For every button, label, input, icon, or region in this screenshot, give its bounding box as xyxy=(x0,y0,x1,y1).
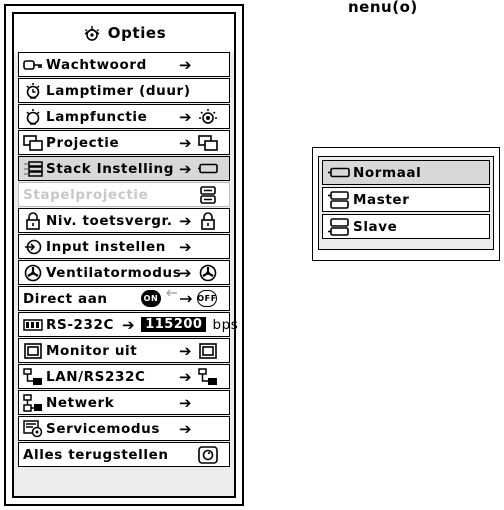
menu-item-alles-terugstellen[interactable]: Alles terugstellen xyxy=(18,442,230,467)
menu-item-label: Stapelprojectie xyxy=(23,186,149,203)
menu-item-direct-aan[interactable]: Direct aan ON OFF xyxy=(18,286,230,311)
padlock-icon xyxy=(23,211,43,230)
options-menu-panel: Opties Wachtwoord ➔ Lamptimer (duur) Lam… xyxy=(4,4,244,506)
submenu-item-master[interactable]: Master xyxy=(322,187,490,212)
menu-title: Opties xyxy=(107,24,167,42)
menu-item-niv-toetsvergr[interactable]: Niv. toetsvergr. ➔ xyxy=(18,208,230,233)
submenu-arrow-icon: ➔ xyxy=(179,394,193,412)
menu-item-label: Projectie xyxy=(46,134,120,151)
menu-item-lan-rs232c[interactable]: LAN/RS232C ➔ xyxy=(18,364,230,389)
menu-item-lampfunctie[interactable]: Lampfunctie ➔ xyxy=(18,104,230,129)
submenu-item-normaal[interactable]: Normaal xyxy=(322,160,490,185)
menu-item-label: Direct aan xyxy=(23,290,108,307)
lamp-mode-icon xyxy=(197,108,219,126)
service-icon xyxy=(23,419,43,438)
menu-item-netwerk[interactable]: Netwerk ➔ xyxy=(18,390,230,415)
menu-item-label: Ventilatormodus xyxy=(46,264,182,281)
submenu-arrow-icon: ➔ xyxy=(179,238,193,256)
cropped-heading-fragment: nenu(o) xyxy=(348,0,418,16)
menu-item-label: Wachtwoord xyxy=(46,56,147,73)
fan-icon xyxy=(23,264,43,282)
input-icon xyxy=(23,238,43,256)
submenu-item-slave[interactable]: Slave xyxy=(322,214,490,239)
slave-icon xyxy=(327,217,351,236)
options-gear-icon xyxy=(82,23,102,43)
submenu-arrow-icon: ➔ xyxy=(122,315,136,334)
stack-setting-submenu: Normaal Master Slave xyxy=(312,147,500,261)
lamp-icon xyxy=(23,108,43,126)
monitor-icon xyxy=(197,342,219,360)
toggle-arrows-icon xyxy=(164,289,194,307)
menu-item-label: RS-232C xyxy=(46,316,115,333)
menu-item-monitor-uit[interactable]: Monitor uit ➔ xyxy=(18,338,230,363)
menu-item-lamptimer[interactable]: Lamptimer (duur) xyxy=(18,78,230,103)
menu-item-stack-instelling[interactable]: Stack Instelling ➔ xyxy=(18,156,230,181)
lan-icon xyxy=(23,393,43,412)
menu-item-rs232c[interactable]: RS-232C ➔ 115200 bps xyxy=(18,312,238,337)
projection-icon xyxy=(197,134,219,152)
menu-item-stapelprojectie: Stapelprojectie xyxy=(18,182,230,207)
stack-icon xyxy=(23,160,43,178)
menu-item-projectie[interactable]: Projectie ➔ xyxy=(18,130,230,155)
submenu-item-label: Slave xyxy=(353,218,398,235)
submenu-arrow-icon: ➔ xyxy=(179,108,193,126)
reset-icon[interactable] xyxy=(197,446,219,464)
network-icon xyxy=(23,367,43,386)
menu-item-wachtwoord[interactable]: Wachtwoord ➔ xyxy=(18,52,230,77)
submenu-item-label: Master xyxy=(353,191,410,208)
menu-item-servicemodus[interactable]: Servicemodus ➔ xyxy=(18,416,230,441)
normal-mode-icon xyxy=(327,164,351,182)
padlock-icon xyxy=(197,212,219,230)
submenu-arrow-icon: ➔ xyxy=(179,342,193,360)
on-option[interactable]: ON xyxy=(141,289,161,307)
fan-icon xyxy=(197,264,219,282)
stack-setting-submenu-inner: Normaal Master Slave xyxy=(318,156,494,250)
normal-mode-icon xyxy=(197,160,219,178)
baud-rate-value[interactable]: 115200 xyxy=(141,317,207,332)
menu-item-label: Lamptimer (duur) xyxy=(46,82,191,99)
on-off-toggle[interactable]: ON OFF xyxy=(141,289,217,307)
serial-port-icon xyxy=(23,316,43,334)
submenu-arrow-icon: ➔ xyxy=(179,368,193,386)
monitor-icon xyxy=(23,342,43,360)
options-menu-list: Wachtwoord ➔ Lamptimer (duur) Lampfuncti… xyxy=(18,52,238,468)
menu-item-label: Lampfunctie xyxy=(46,108,148,125)
menu-item-label: Monitor uit xyxy=(46,342,138,359)
submenu-arrow-icon: ➔ xyxy=(179,56,193,74)
submenu-arrow-icon: ➔ xyxy=(179,264,193,282)
key-icon xyxy=(23,56,43,74)
menu-item-ventilatormodus[interactable]: Ventilatormodus ➔ xyxy=(18,260,230,285)
projection-icon xyxy=(23,134,43,152)
off-option[interactable]: OFF xyxy=(197,289,217,307)
submenu-item-label: Normaal xyxy=(353,164,422,181)
submenu-arrow-icon: ➔ xyxy=(179,420,193,438)
menu-item-label: Niv. toetsvergr. xyxy=(46,212,173,229)
submenu-arrow-icon: ➔ xyxy=(179,134,193,152)
options-menu-inner: Opties Wachtwoord ➔ Lamptimer (duur) Lam… xyxy=(12,12,238,498)
menu-item-label: Alles terugstellen xyxy=(23,446,169,463)
submenu-arrow-icon: ➔ xyxy=(179,212,193,230)
menu-item-label: Stack Instelling xyxy=(46,160,175,177)
submenu-arrow-icon: ➔ xyxy=(179,160,193,178)
menu-header: Opties xyxy=(14,14,234,52)
master-icon xyxy=(327,190,351,209)
network-icon xyxy=(197,368,219,386)
menu-item-label: LAN/RS232C xyxy=(46,368,146,385)
stack-projection-icon xyxy=(197,186,219,204)
menu-item-label: Input instellen xyxy=(46,238,166,255)
menu-item-input-instellen[interactable]: Input instellen ➔ xyxy=(18,234,230,259)
menu-item-label: Netwerk xyxy=(46,394,115,411)
menu-item-label: Servicemodus xyxy=(46,420,160,437)
lamp-icon xyxy=(23,82,43,100)
baud-rate-unit: bps xyxy=(212,316,239,333)
